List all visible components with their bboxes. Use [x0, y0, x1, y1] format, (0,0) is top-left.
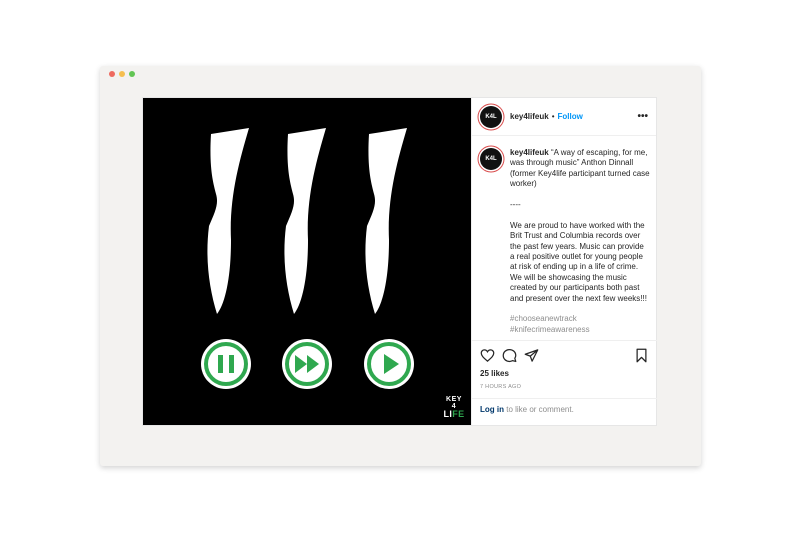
knife-illustration: [207, 128, 249, 314]
play-icon: [364, 339, 414, 389]
post-actions: 25 likes 7 HOURS AGO: [472, 340, 657, 390]
post-sidebar: K4L key4lifeuk • Follow ••• K4L key4life…: [471, 98, 657, 425]
fast-forward-icon: [282, 339, 332, 389]
likes-count[interactable]: 25 likes: [480, 369, 649, 378]
username-link[interactable]: key4lifeuk: [510, 112, 549, 121]
post-image[interactable]: KEY 4 LIFE: [143, 98, 471, 425]
maximize-dot[interactable]: [129, 71, 135, 77]
window-controls: [109, 71, 135, 77]
avatar[interactable]: K4L: [480, 105, 502, 128]
avatar[interactable]: K4L: [480, 148, 502, 170]
more-options-icon[interactable]: •••: [637, 111, 648, 122]
login-prompt: Log in to like or comment.: [472, 398, 657, 420]
caption-body: We are proud to have worked with the Bri…: [510, 220, 647, 303]
knife-illustration: [365, 128, 407, 314]
login-prompt-text: to like or comment.: [504, 405, 574, 414]
knife-illustration: [284, 128, 326, 314]
login-link[interactable]: Log in: [480, 405, 504, 414]
hashtag-link[interactable]: #chooseanewtrack: [510, 314, 650, 324]
post-caption: K4L key4lifeuk “A way of escaping, for m…: [480, 148, 650, 335]
key4life-logo: KEY 4 LIFE: [443, 396, 465, 419]
instagram-post: KEY 4 LIFE K4L key4lifeuk • Follow ••• K…: [143, 98, 657, 425]
follow-button[interactable]: Follow: [558, 112, 583, 121]
caption-divider: ----: [510, 200, 521, 210]
comment-icon[interactable]: [502, 348, 517, 363]
caption-username[interactable]: key4lifeuk: [510, 148, 549, 157]
post-timestamp: 7 HOURS AGO: [480, 384, 522, 390]
close-dot[interactable]: [109, 71, 115, 77]
separator-dot: •: [551, 112, 555, 121]
hashtag-link[interactable]: #knifecrimeawareness: [510, 325, 650, 335]
heart-icon[interactable]: [480, 348, 495, 363]
pause-icon: [201, 339, 251, 389]
post-header: K4L key4lifeuk • Follow •••: [472, 98, 656, 136]
share-icon[interactable]: [524, 348, 539, 363]
bookmark-icon[interactable]: [634, 348, 649, 363]
minimize-dot[interactable]: [119, 71, 125, 77]
